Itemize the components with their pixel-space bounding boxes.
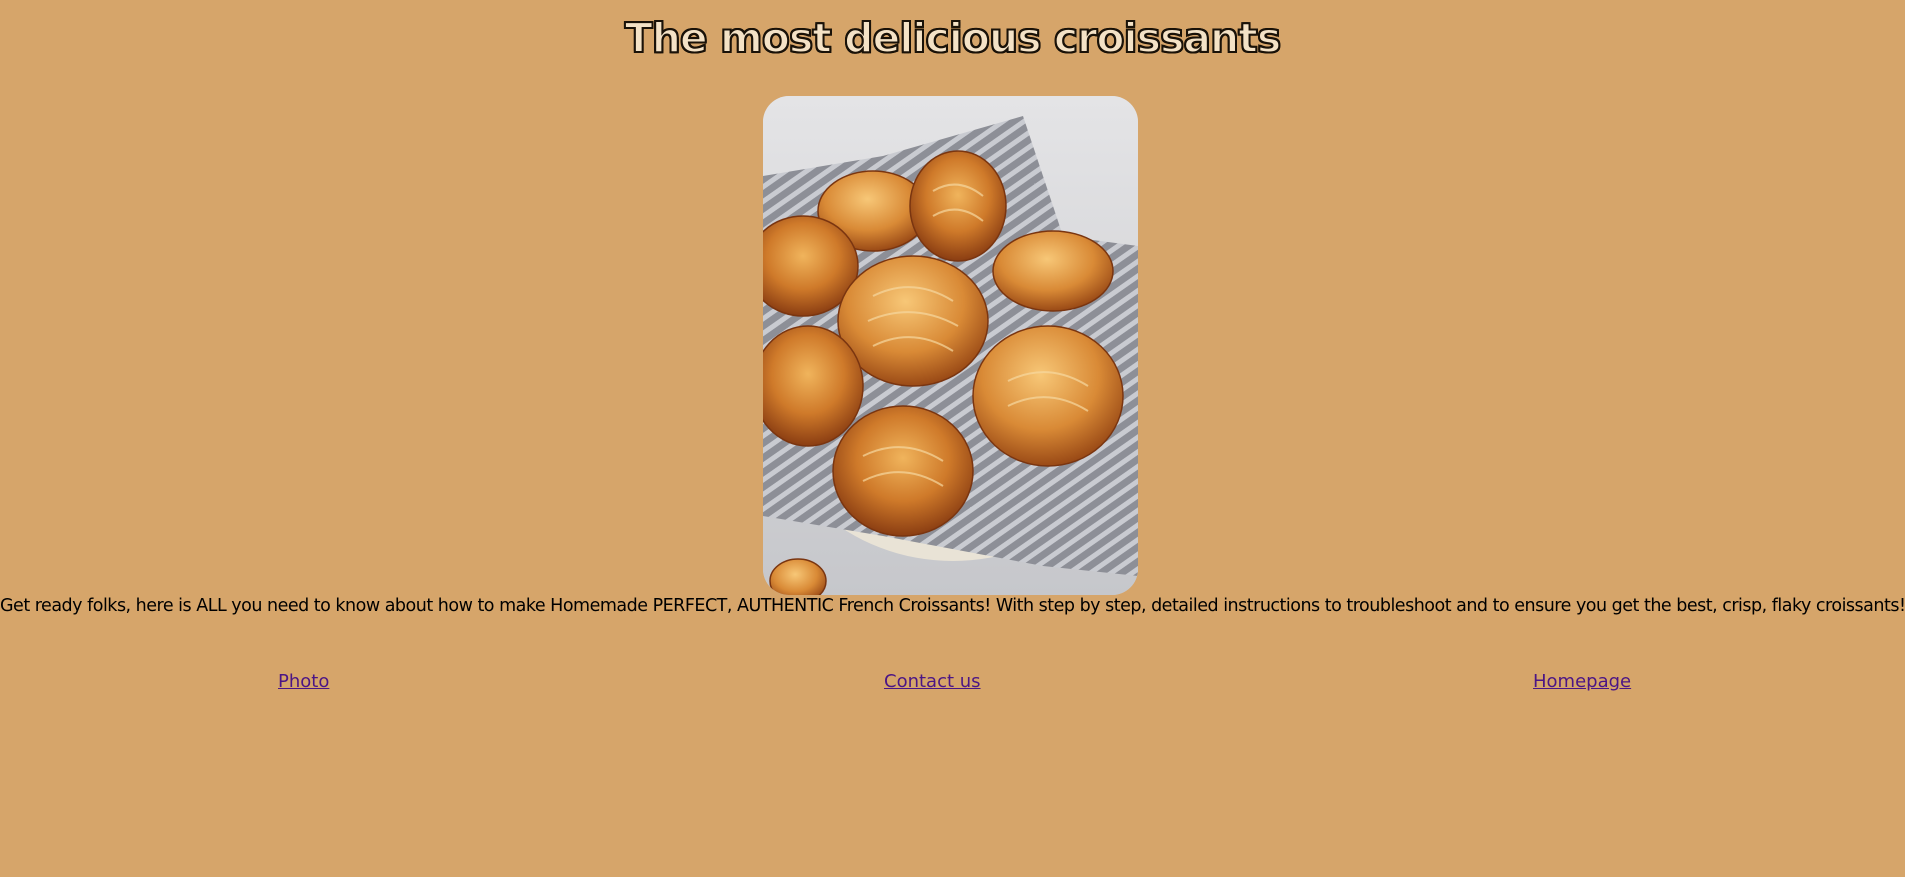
nav-link-contact-us[interactable]: Contact us <box>884 671 981 692</box>
nav-link-photo[interactable]: Photo <box>278 671 329 692</box>
footer-nav: Photo Contact us Homepage <box>0 671 1905 695</box>
page: The most delicious croissants Get ready … <box>0 0 1905 877</box>
page-title: The most delicious croissants <box>624 13 1282 63</box>
intro-text: Get ready folks, here is ALL you need to… <box>0 596 1905 616</box>
nav-link-homepage[interactable]: Homepage <box>1533 671 1631 692</box>
croissant-photo <box>763 96 1138 595</box>
